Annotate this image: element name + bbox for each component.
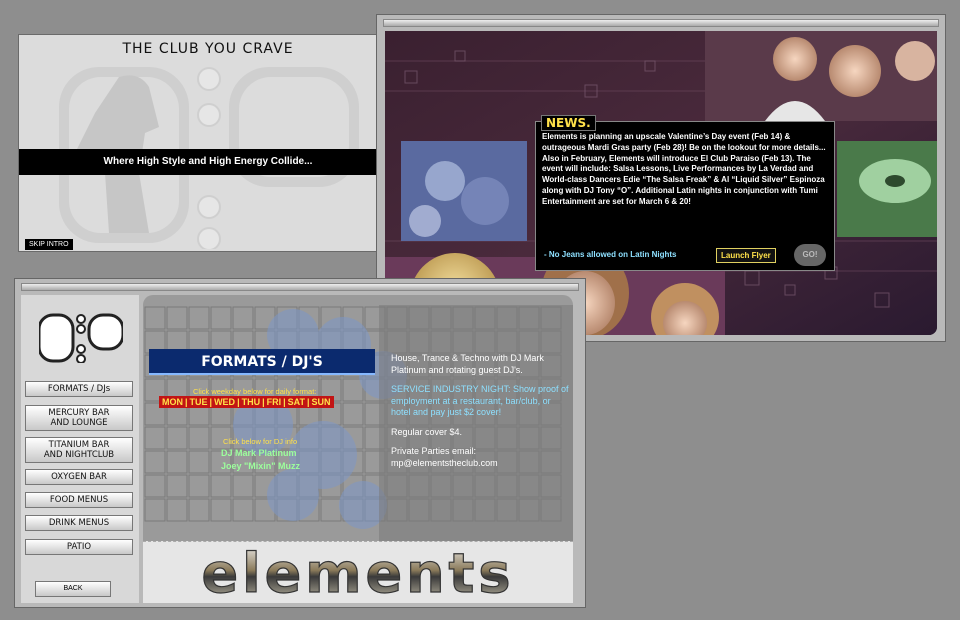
- regular-cover: Regular cover $4.: [391, 426, 463, 437]
- nav-food-menus[interactable]: FOOD MENUS: [25, 492, 133, 508]
- nav-label: FORMATS / DJs: [47, 384, 111, 394]
- private-parties-label: Private Parties email:: [391, 446, 477, 456]
- private-parties-email[interactable]: mp@elementstheclub.com: [391, 458, 569, 470]
- nav-label: MERCURY BAR: [48, 408, 110, 418]
- nav-label-line2: AND NIGHTCLUB: [43, 450, 115, 460]
- nav-patio[interactable]: PATIO: [25, 539, 133, 555]
- weekday-instruction: Click weekday below for daily format:: [193, 387, 317, 396]
- back-button[interactable]: BACK: [35, 581, 111, 597]
- window-titlebar: [383, 19, 939, 27]
- nav-label: TITANIUM BAR: [48, 440, 110, 450]
- day-mon[interactable]: MON: [161, 397, 184, 407]
- news-panel: Elements is planning an upscale Valentin…: [535, 121, 835, 271]
- day-wed[interactable]: WED: [213, 397, 236, 407]
- nav-label: DRINK MENUS: [48, 518, 110, 528]
- launch-flyer-button[interactable]: Launch Flyer: [716, 248, 776, 263]
- day-fri[interactable]: FRI: [266, 397, 283, 407]
- service-industry-note: SERVICE INDUSTRY NIGHT: Show proof of em…: [391, 384, 569, 417]
- formats-content: FORMATS / DJ'S Click weekday below for d…: [143, 295, 573, 603]
- format-genres: House, Trance & Techno with DJ Mark Plat…: [391, 353, 544, 375]
- nav-oxygen-bar[interactable]: OXYGEN BAR: [25, 469, 133, 485]
- news-body: Elements is planning an upscale Valentin…: [542, 132, 826, 206]
- day-thu[interactable]: THU: [241, 397, 262, 407]
- elements-wordmark: elements: [201, 541, 514, 603]
- intro-title: THE CLUB YOU CRAVE: [122, 41, 294, 57]
- nav-formats-djs[interactable]: FORMATS / DJs: [25, 381, 133, 397]
- day-tue[interactable]: TUE: [189, 397, 209, 407]
- window-titlebar: [21, 283, 579, 291]
- intro-window: THE CLUB YOU CRAVE Where High Style and …: [18, 34, 398, 252]
- skip-intro-button[interactable]: SKIP INTRO: [25, 239, 73, 250]
- intro-tagline: Where High Style and High Energy Collide…: [19, 149, 397, 175]
- formats-window: FORMATS / DJs MERCURY BAR AND LOUNGE TIT…: [14, 278, 586, 608]
- format-description: House, Trance & Techno with DJ Mark Plat…: [391, 353, 569, 469]
- formats-title: FORMATS / DJ'S: [149, 349, 375, 375]
- nav-label: FOOD MENUS: [49, 495, 109, 505]
- nav-mercury-bar[interactable]: MERCURY BAR AND LOUNGE: [25, 405, 133, 431]
- dj-link-joey-muzz[interactable]: Joey "Mixin" Muzz: [221, 461, 300, 471]
- weekday-selector: MON | TUE | WED | THU | FRI | SAT | SUN: [159, 396, 334, 408]
- nav-titanium-bar[interactable]: TITANIUM BAR AND NIGHTCLUB: [25, 437, 133, 463]
- nav-label: PATIO: [66, 542, 92, 552]
- news-heading: NEWS.: [541, 115, 596, 131]
- nav-drink-menus[interactable]: DRINK MENUS: [25, 515, 133, 531]
- nav-label: OXYGEN BAR: [51, 472, 107, 482]
- elements-logo-icon: [39, 313, 123, 363]
- brand-strip: elements: [143, 541, 573, 603]
- dj-instruction: Click below for DJ info: [223, 437, 298, 446]
- brand-wordmark-text: elements: [201, 542, 514, 603]
- day-sat[interactable]: SAT: [287, 397, 306, 407]
- go-button[interactable]: GO!: [794, 244, 826, 266]
- news-note: - No Jeans allowed on Latin Nights: [544, 250, 677, 259]
- nav-label-line2: AND LOUNGE: [50, 418, 108, 428]
- dj-link-mark-platinum[interactable]: DJ Mark Platinum: [221, 448, 297, 458]
- sidebar-nav: FORMATS / DJs MERCURY BAR AND LOUNGE TIT…: [21, 295, 139, 603]
- day-sun[interactable]: SUN: [311, 397, 332, 407]
